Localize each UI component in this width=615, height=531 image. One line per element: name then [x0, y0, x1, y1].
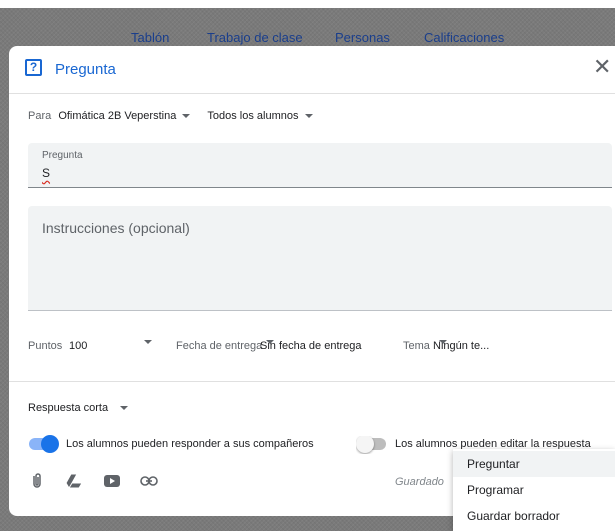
chevron-down-icon	[439, 340, 447, 344]
answer-type-value: Respuesta corta	[28, 402, 109, 414]
instructions-placeholder: Instrucciones (opcional)	[42, 220, 190, 236]
answer-type-select[interactable]: Respuesta corta	[28, 402, 138, 414]
link-icon[interactable]	[140, 472, 158, 490]
question-value[interactable]: S	[42, 166, 50, 180]
chevron-down-icon	[304, 114, 313, 119]
chevron-down-icon[interactable]	[144, 340, 152, 344]
students-select[interactable]: Todos los alumnos	[207, 110, 322, 122]
menu-item-programar[interactable]: Programar	[453, 477, 615, 503]
reply-option: Los alumnos pueden responder a sus compa…	[29, 435, 329, 454]
question-label: Pregunta	[42, 150, 83, 161]
chevron-down-icon	[266, 340, 274, 344]
tab-tablon[interactable]: Tablón	[131, 30, 169, 45]
tab-calificaciones[interactable]: Calificaciones	[424, 30, 504, 45]
reply-toggle[interactable]	[29, 435, 59, 453]
for-label: Para	[28, 110, 52, 122]
tab-personas[interactable]: Personas	[335, 30, 390, 45]
points-label: Puntos	[28, 340, 63, 352]
due-value: Sin fecha de entrega	[260, 340, 362, 352]
toggle-knob	[356, 436, 374, 453]
question-dialog: ? Pregunta ✕ Para Ofimática 2B Veperstin…	[9, 46, 615, 516]
class-select-value: Ofimática 2B Veperstina	[58, 110, 177, 122]
youtube-icon[interactable]	[103, 472, 121, 490]
question-icon: ?	[25, 59, 42, 76]
dialog-title: Pregunta	[55, 61, 116, 78]
assign-menu: Preguntar Programar Guardar borrador	[453, 449, 615, 531]
google-drive-icon[interactable]	[65, 472, 83, 490]
chevron-down-icon	[182, 114, 191, 119]
dialog-header: ? Pregunta ✕	[9, 46, 615, 94]
chevron-down-icon	[120, 406, 129, 411]
edit-toggle[interactable]	[356, 436, 386, 453]
class-select[interactable]: Ofimática 2B Veperstina	[58, 110, 200, 122]
attach-file-icon[interactable]	[28, 472, 46, 490]
reply-toggle-label: Los alumnos pueden responder a sus compa…	[66, 438, 314, 450]
close-icon[interactable]: ✕	[593, 56, 611, 78]
menu-item-preguntar[interactable]: Preguntar	[453, 451, 615, 477]
question-input[interactable]: Pregunta S	[28, 143, 612, 188]
divider	[9, 381, 615, 382]
top-strip	[0, 0, 615, 8]
menu-item-guardar-borrador[interactable]: Guardar borrador	[453, 503, 615, 529]
topic-label: Tema	[403, 340, 430, 352]
class-nav-tabs: Tablón Trabajo de clase Personas Calific…	[0, 30, 615, 46]
students-select-value: Todos los alumnos	[207, 110, 299, 122]
meta-row: Puntos 100 Fecha de entrega Sin fecha de…	[28, 340, 612, 356]
tab-trabajo-de-clase[interactable]: Trabajo de clase	[207, 30, 303, 45]
due-label: Fecha de entrega	[176, 340, 263, 352]
toggle-knob	[41, 435, 59, 453]
saved-status: Guardado	[395, 476, 444, 488]
points-value: 100	[69, 340, 88, 352]
instructions-input[interactable]: Instrucciones (opcional)	[28, 206, 612, 311]
assign-row: Para Ofimática 2B Veperstina Todos los a…	[28, 110, 323, 122]
